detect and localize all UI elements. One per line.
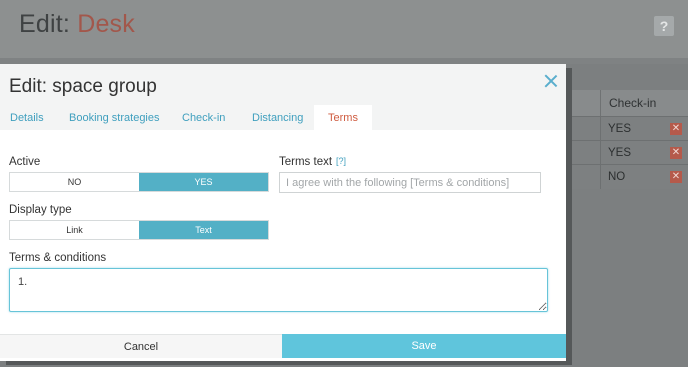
table-header-cell: s [562,90,600,116]
terms-text-help-link[interactable]: [?] [336,156,346,166]
active-toggle: NO YES [9,172,269,192]
terms-text-input[interactable] [279,172,541,193]
display-type-option-text[interactable]: Text [139,221,268,239]
cell-divider [600,141,601,165]
active-label: Active [9,156,41,168]
tab-booking-strategies[interactable]: Booking strategies [69,105,160,130]
cell-divider [600,117,601,141]
tab-terms[interactable]: Terms [314,105,372,130]
tab-distancing[interactable]: Distancing [252,105,303,130]
cell-divider [600,165,601,189]
page-title-accent: Desk [77,10,135,38]
table-header-checkin: Check-in [600,90,688,116]
terms-conditions-textarea[interactable] [9,268,548,312]
table-row: NO ✕ [566,164,688,189]
delete-icon[interactable]: ✕ [670,171,682,183]
table-row: YES ✕ [566,140,688,165]
display-type-option-link[interactable]: Link [10,221,139,239]
delete-icon[interactable]: ✕ [670,147,682,159]
page-title: Edit: Desk [19,10,135,39]
modal-title: Edit: space group [9,76,157,97]
display-type-toggle: Link Text [9,220,269,240]
tab-bar: Details Booking strategies Check-in Dist… [0,105,566,130]
cancel-button[interactable]: Cancel [0,334,282,358]
close-icon[interactable] [544,74,558,88]
terms-conditions-label: Terms & conditions [9,252,107,264]
page-header: Edit: Desk ? [0,0,688,58]
active-option-no[interactable]: NO [10,173,139,191]
delete-icon[interactable]: ✕ [670,123,682,135]
edit-space-group-modal: Edit: space group Details Booking strate… [0,64,566,361]
checkin-value: YES [608,147,632,159]
checkin-value: YES [608,123,632,135]
display-type-label: Display type [9,204,72,216]
active-option-yes[interactable]: YES [139,173,268,191]
save-button[interactable]: Save [282,334,566,358]
tab-details[interactable]: Details [10,105,44,130]
checkin-value: NO [608,171,626,183]
terms-text-label-text: Terms text [279,156,333,168]
tab-check-in[interactable]: Check-in [182,105,225,130]
modal-header: Edit: space group Details Booking strate… [0,64,566,130]
help-icon[interactable]: ? [654,16,674,36]
terms-text-label: Terms text [?] [279,156,346,168]
page-title-prefix: Edit: [19,10,71,38]
table-row: YES ✕ [566,116,688,141]
